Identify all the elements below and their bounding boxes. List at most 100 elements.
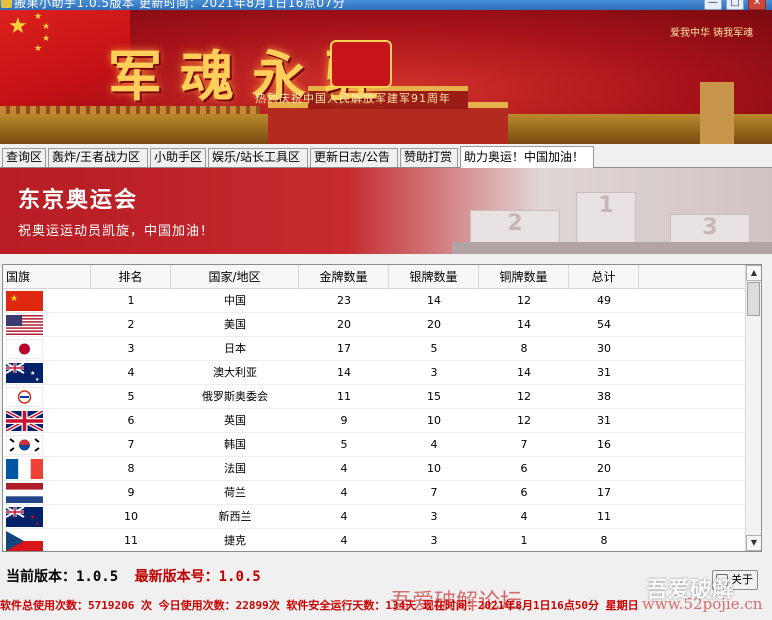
table-row[interactable]: 7 韩国 5 4 7 16 <box>3 433 745 457</box>
column-header-bronze[interactable]: 铜牌数量 <box>479 265 569 289</box>
cell-bronze: 14 <box>517 318 531 331</box>
cell-total: 31 <box>597 414 611 427</box>
table-row[interactable]: 2 美国 20 20 14 54 <box>3 313 745 337</box>
cell-total: 49 <box>597 294 611 307</box>
cell-bronze: 14 <box>517 366 531 379</box>
title-bar: 搬果小助手1.0.5版本 更新时间：2021年8月1日16点07分 — □ ✕ <box>0 0 772 10</box>
cell-rank: 1 <box>127 294 135 307</box>
medal-table[interactable]: 国旗 排名 国家/地区 金牌数量 银牌数量 铜牌数量 总计 ★ 1 中国 23 14 12… <box>2 264 762 552</box>
watermark-logo: 吾爱破解 <box>646 578 735 603</box>
cell-country: 中国 <box>224 294 246 307</box>
tab-entertainment[interactable]: 娱乐/站长工具区 <box>208 148 308 167</box>
column-header-country[interactable]: 国家/地区 <box>171 265 299 289</box>
minimize-button[interactable]: — <box>704 0 722 10</box>
cell-total: 16 <box>597 438 611 451</box>
cell-silver: 15 <box>427 390 441 403</box>
flag-gb-icon <box>6 411 43 431</box>
cell-bronze: 7 <box>520 438 528 451</box>
scroll-up-button[interactable]: ▲ <box>746 265 761 281</box>
cell-bronze: 12 <box>517 414 531 427</box>
flag-fr-icon <box>6 459 43 479</box>
version-info: 当前版本：1.0.5 最新版本号：1.0.5 <box>6 566 261 586</box>
tab-query[interactable]: 查询区 <box>2 148 46 167</box>
tab-bomb-power[interactable]: 轰炸/王者战力区 <box>48 148 148 167</box>
table-row[interactable]: ★ ★ 4 澳大利亚 14 3 14 31 <box>3 361 745 385</box>
tab-bar: 查询区 轰炸/王者战力区 小助手区 娱乐/站长工具区 更新日志/公告 赞助打赏 … <box>0 146 772 168</box>
table-body: ★ 1 中国 23 14 12 49 2 美国 20 20 14 54 3 日本 17 5 8 30 ★ ★ 4 澳大利亚 1… <box>3 289 745 551</box>
cell-gold: 14 <box>337 366 351 379</box>
cell-country: 新西兰 <box>218 510 252 523</box>
cell-bronze: 6 <box>520 462 528 475</box>
cell-bronze: 8 <box>520 342 528 355</box>
cell-gold: 5 <box>340 438 348 451</box>
cell-rank: 7 <box>127 438 135 451</box>
cell-rank: 8 <box>127 462 135 475</box>
svg-text:★: ★ <box>35 377 40 383</box>
close-button[interactable]: ✕ <box>748 0 766 10</box>
banner-image: ★ ★ ★ ★ ★ 军魂永驻 热烈庆祝中国人民解放军建军91周年 爱我中华 铸我… <box>0 10 772 144</box>
cell-rank: 2 <box>127 318 135 331</box>
flag-nz-icon: ★ ★ <box>6 507 43 527</box>
table-row[interactable]: 8 法国 4 10 6 20 <box>3 457 745 481</box>
flag-cn-icon: ★ <box>6 291 43 311</box>
table-row[interactable]: 6 英国 9 10 12 31 <box>3 409 745 433</box>
olympics-subtitle: 祝奥运运动员凯旋，中国加油！ <box>18 224 215 239</box>
app-icon <box>1 0 12 8</box>
cell-total: 31 <box>597 366 611 379</box>
column-header-total[interactable]: 总计 <box>569 265 639 289</box>
cell-country: 美国 <box>224 318 246 331</box>
banner-slogan: 爱我中华 铸我军魂 <box>670 28 754 39</box>
column-header-rank[interactable]: 排名 <box>91 265 171 289</box>
cell-gold: 4 <box>340 462 348 475</box>
cell-silver: 3 <box>430 366 438 379</box>
tab-changelog[interactable]: 更新日志/公告 <box>310 148 398 167</box>
flag-jp-icon <box>6 339 43 359</box>
table-row[interactable]: 5 俄罗斯奥委会 11 15 12 38 <box>3 385 745 409</box>
table-row[interactable]: 3 日本 17 5 8 30 <box>3 337 745 361</box>
table-scrollbar[interactable]: ▲ ▼ <box>745 265 761 551</box>
cell-country: 荷兰 <box>224 486 246 499</box>
svg-text:★: ★ <box>35 521 40 527</box>
banner-subtitle: 热烈庆祝中国人民解放军建军91周年 <box>255 92 451 105</box>
flag-cz-icon <box>6 531 43 551</box>
svg-text:★: ★ <box>30 370 35 377</box>
cell-silver: 10 <box>427 414 441 427</box>
scroll-thumb[interactable] <box>747 282 760 316</box>
cell-total: 38 <box>597 390 611 403</box>
cell-silver: 10 <box>427 462 441 475</box>
table-header: 国旗 排名 国家/地区 金牌数量 银牌数量 铜牌数量 总计 <box>3 265 745 289</box>
cell-country: 韩国 <box>224 438 246 451</box>
cell-rank: 4 <box>127 366 135 379</box>
svg-text:★: ★ <box>10 294 18 304</box>
podium-base <box>452 242 772 254</box>
tab-donate[interactable]: 赞助打赏 <box>400 148 458 167</box>
cell-country: 英国 <box>224 414 246 427</box>
cell-gold: 23 <box>337 294 351 307</box>
column-header-flag[interactable]: 国旗 <box>3 265 91 289</box>
table-row[interactable]: 9 荷兰 4 7 6 17 <box>3 481 745 505</box>
column-header-silver[interactable]: 银牌数量 <box>389 265 479 289</box>
flag-us-icon <box>6 315 43 335</box>
current-version: 当前版本：1.0.5 <box>6 569 119 585</box>
star-icon: ★ <box>34 44 43 54</box>
olympics-title: 东京奥运会 <box>18 188 139 213</box>
cell-gold: 4 <box>340 534 348 547</box>
cell-bronze: 12 <box>517 390 531 403</box>
cell-rank: 5 <box>127 390 135 403</box>
flag-kr-icon <box>6 435 43 455</box>
cell-bronze: 6 <box>520 486 528 499</box>
column-header-gold[interactable]: 金牌数量 <box>299 265 389 289</box>
cell-country: 俄罗斯奥委会 <box>202 390 268 403</box>
tab-olympics[interactable]: 助力奥运！中国加油！ <box>460 146 594 168</box>
latest-version: 最新版本号：1.0.5 <box>134 569 261 585</box>
tab-helper[interactable]: 小助手区 <box>150 148 206 167</box>
cell-gold: 17 <box>337 342 351 355</box>
cell-country: 法国 <box>224 462 246 475</box>
table-row[interactable]: ★ ★ 10 新西兰 4 3 4 11 <box>3 505 745 529</box>
maximize-button[interactable]: □ <box>726 0 744 10</box>
cell-silver: 3 <box>430 510 438 523</box>
table-row[interactable]: 11 捷克 4 3 1 8 <box>3 529 745 551</box>
table-row[interactable]: ★ 1 中国 23 14 12 49 <box>3 289 745 313</box>
cell-total: 17 <box>597 486 611 499</box>
scroll-down-button[interactable]: ▼ <box>746 535 761 551</box>
